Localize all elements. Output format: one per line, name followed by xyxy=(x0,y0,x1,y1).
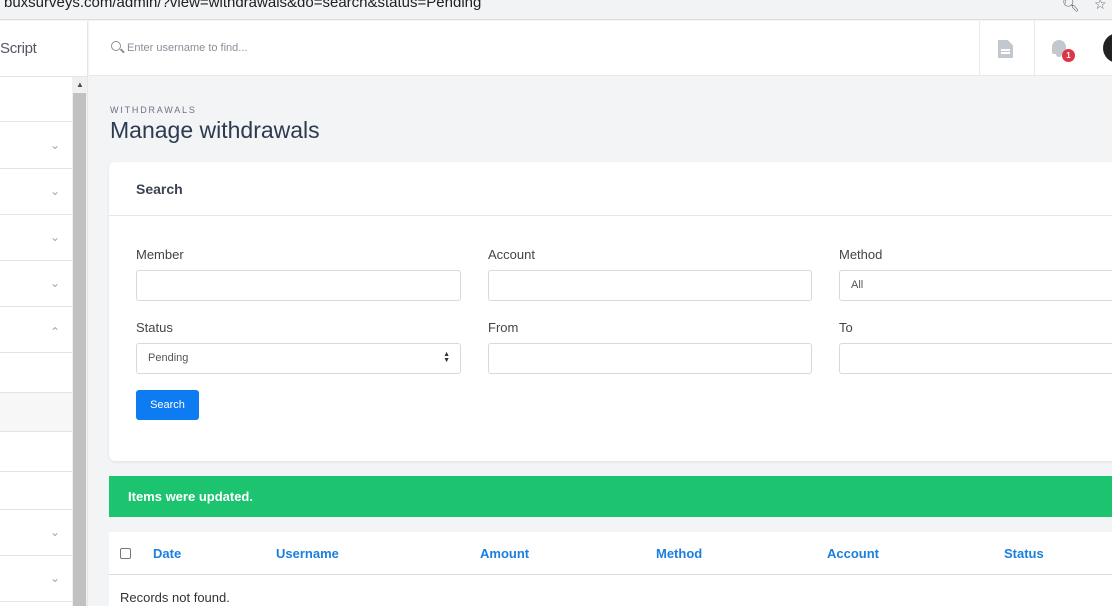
member-input[interactable] xyxy=(136,270,461,301)
method-label: Method xyxy=(839,247,883,262)
brand-logo[interactable]: Script xyxy=(0,21,88,77)
status-select-value: Pending xyxy=(148,352,189,364)
chevron-down-icon: ⌄ xyxy=(49,276,60,290)
chevron-up-icon: ⌃ xyxy=(49,325,60,339)
sidebar-subitem[interactable] xyxy=(0,432,72,472)
search-icon xyxy=(111,41,121,51)
scroll-up-arrow-icon[interactable]: ▲ xyxy=(76,80,84,89)
status-select[interactable]: Pending ▲ ▼ xyxy=(136,343,461,374)
to-label: To xyxy=(839,320,853,335)
column-header-account[interactable]: Account xyxy=(827,546,879,561)
sidebar-item-withdrawals[interactable]: ⌃ xyxy=(0,307,72,353)
search-card: Search Member Account Method All Status … xyxy=(109,162,1112,461)
alert-message: Items were updated. xyxy=(128,489,253,504)
method-select-value: All xyxy=(851,279,864,291)
sidebar-scrollbar-thumb[interactable] xyxy=(73,93,86,606)
withdrawals-table: Date Username Amount Method Account Stat… xyxy=(109,532,1112,606)
sidebar-subitem[interactable] xyxy=(0,353,72,393)
sidebar-item[interactable] xyxy=(0,77,72,122)
sidebar-subitem[interactable] xyxy=(0,472,72,510)
search-card-title: Search xyxy=(136,181,183,197)
column-header-date[interactable]: Date xyxy=(153,546,181,561)
select-arrows-icon: ▲ ▼ xyxy=(443,351,450,364)
sidebar-subitem-active[interactable] xyxy=(0,393,72,432)
sidebar-item[interactable]: ⌄ xyxy=(0,556,72,602)
from-date-input[interactable] xyxy=(488,343,812,374)
to-date-input[interactable] xyxy=(839,343,1112,374)
status-label: Status xyxy=(136,320,173,335)
chevron-down-icon: ⌄ xyxy=(49,184,60,198)
top-bar: 1 xyxy=(89,21,1112,76)
column-header-username[interactable]: Username xyxy=(276,546,339,561)
sidebar-item[interactable]: ⌄ xyxy=(0,169,72,215)
search-button[interactable]: Search xyxy=(136,390,199,420)
document-icon xyxy=(998,40,1013,58)
column-header-status[interactable]: Status xyxy=(1004,546,1044,561)
sidebar: Script ⌄ ⌄ ⌄ ⌄ ⌃ ⌄ ⌄ ▲ xyxy=(0,21,88,606)
success-alert: Items were updated. xyxy=(109,476,1112,517)
documents-button[interactable] xyxy=(979,21,1034,76)
search-card-header: Search xyxy=(109,162,1112,216)
sidebar-item[interactable]: ⌄ xyxy=(0,510,72,556)
sidebar-item[interactable]: ⌄ xyxy=(0,261,72,307)
column-header-method[interactable]: Method xyxy=(656,546,702,561)
chevron-down-icon: ⌄ xyxy=(49,571,60,585)
sidebar-item[interactable]: ⌄ xyxy=(0,122,72,169)
empty-table-message: Records not found. xyxy=(120,590,230,605)
page-title: Manage withdrawals xyxy=(110,117,320,143)
account-input[interactable] xyxy=(488,270,812,301)
select-all-checkbox[interactable] xyxy=(120,548,131,559)
sidebar-item[interactable]: ⌄ xyxy=(0,215,72,261)
column-header-amount[interactable]: Amount xyxy=(480,546,529,561)
table-header: Date Username Amount Method Account Stat… xyxy=(109,532,1112,575)
url-text[interactable]: buxsurveys.com/admin/?view=withdrawals&d… xyxy=(4,0,481,11)
notification-badge: 1 xyxy=(1062,49,1075,62)
avatar[interactable] xyxy=(1103,33,1112,63)
member-label: Member xyxy=(136,247,184,262)
browser-address-bar[interactable]: buxsurveys.com/admin/?view=withdrawals&d… xyxy=(0,0,1112,20)
chevron-down-icon: ⌄ xyxy=(49,138,60,152)
method-select[interactable]: All xyxy=(839,270,1112,301)
notifications-button[interactable]: 1 xyxy=(1034,21,1089,76)
username-search-input[interactable] xyxy=(127,37,527,59)
zoom-icon[interactable]: 🔍︎ xyxy=(1062,0,1080,13)
brand-text: Script xyxy=(0,40,37,57)
account-label: Account xyxy=(488,247,535,262)
from-label: From xyxy=(488,320,519,335)
breadcrumb: WITHDRAWALS xyxy=(110,105,197,115)
chevron-down-icon: ⌄ xyxy=(49,525,60,539)
chevron-down-icon: ⌄ xyxy=(49,230,60,244)
star-icon[interactable]: ☆ xyxy=(1094,0,1107,13)
